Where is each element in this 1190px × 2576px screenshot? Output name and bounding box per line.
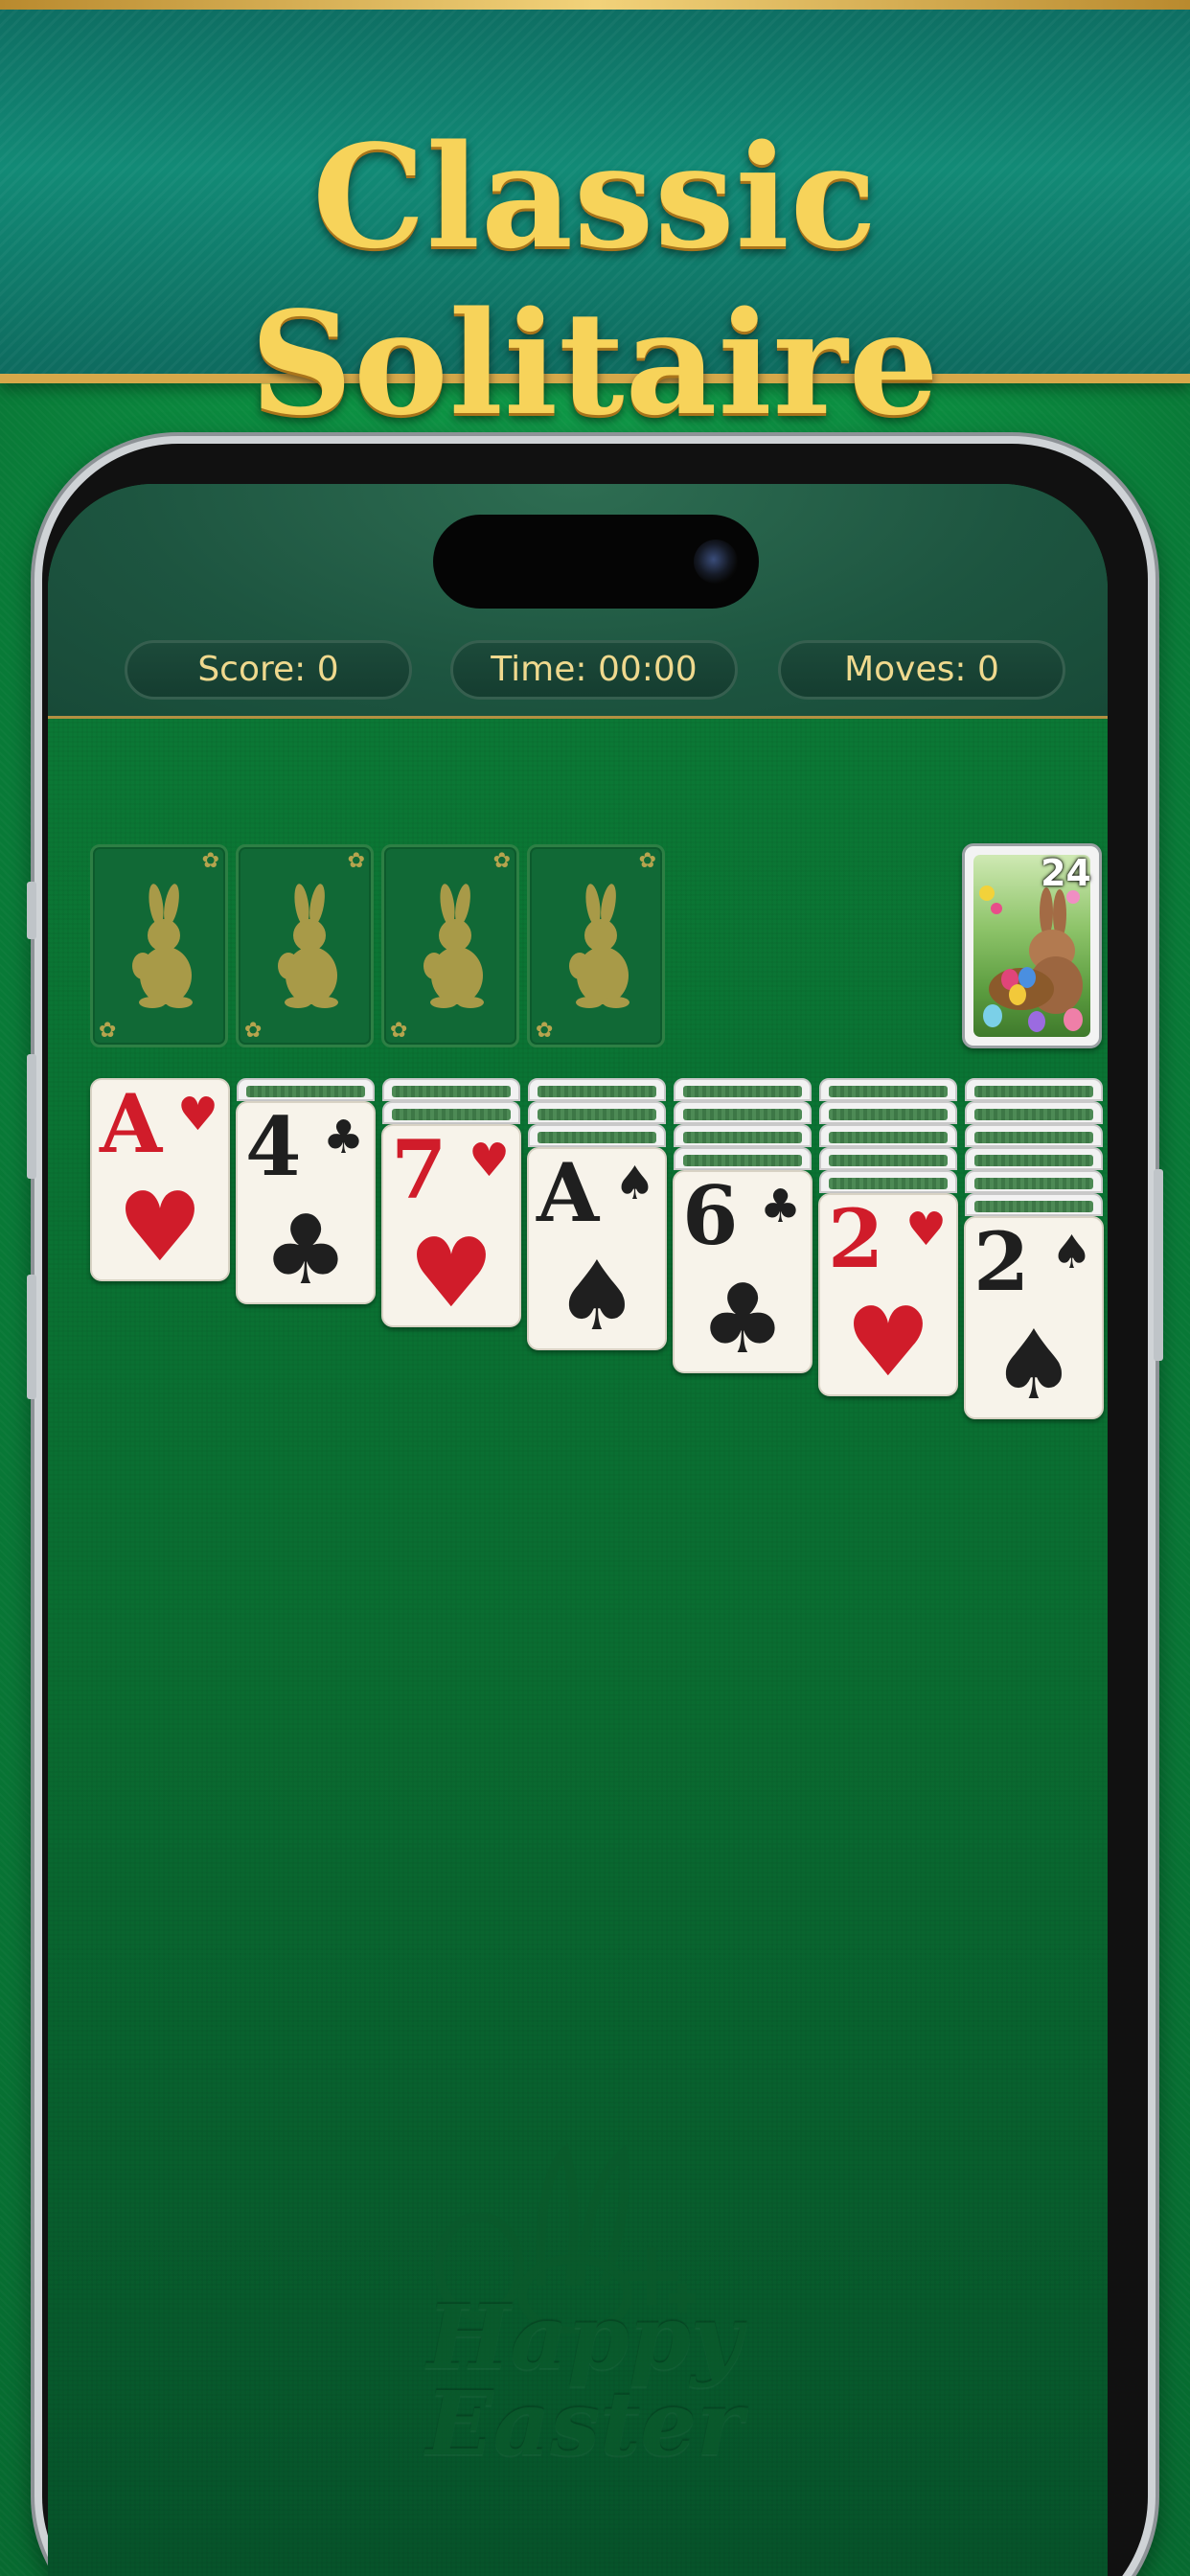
time-display: Time: 00:00 xyxy=(450,640,738,700)
happy-easter-watermark: Happy Easter xyxy=(374,2142,795,2487)
face-down-card xyxy=(528,1078,666,1101)
hud-header: Score: 0 Time: 00:00 Moves: 0 xyxy=(48,484,1108,719)
card-suit-icon: ♣ xyxy=(322,1111,364,1164)
face-down-card xyxy=(819,1147,957,1170)
tableau-card-2[interactable]: 4 ♣ ♣ xyxy=(236,1101,376,1304)
foundation-slot-1[interactable]: ✿ ✿ xyxy=(90,844,228,1047)
bunny-icon xyxy=(278,884,338,1008)
tableau-card-3[interactable]: 7 ♥ ♥ xyxy=(381,1124,521,1327)
flower-icon: ✿ xyxy=(244,1019,263,1043)
card-suit-large-icon: ♣ xyxy=(263,1194,349,1304)
card-suit-large-icon: ♣ xyxy=(699,1263,786,1373)
score-value: 0 xyxy=(316,650,339,689)
card-rank: 7 xyxy=(391,1124,447,1217)
card-rank: 2 xyxy=(973,1216,1030,1309)
face-down-card xyxy=(528,1124,666,1147)
bunny-icon xyxy=(132,884,193,1008)
face-down-card xyxy=(819,1170,957,1193)
stock-pile[interactable]: 24 xyxy=(962,843,1102,1048)
tableau-card-6[interactable]: 2 ♥ ♥ xyxy=(818,1193,958,1396)
score-label: Score: xyxy=(197,650,307,689)
tableau-card-4[interactable]: A ♠ ♠ xyxy=(527,1147,667,1350)
stock-count: 24 xyxy=(1041,852,1091,894)
face-down-card xyxy=(382,1101,520,1124)
card-rank: A xyxy=(100,1078,163,1171)
bunny-icon xyxy=(569,884,629,1008)
flower-icon: ✿ xyxy=(347,849,365,873)
phone-volume-down xyxy=(27,1275,36,1399)
phone-side-button xyxy=(27,882,36,939)
banner-title: Classic Solitaire xyxy=(250,113,940,447)
dynamic-island xyxy=(433,515,759,609)
card-suit-large-icon: ♥ xyxy=(408,1217,494,1327)
tableau-card-1[interactable]: A ♥ ♥ xyxy=(90,1078,230,1281)
face-down-card xyxy=(237,1078,375,1101)
foundation-slot-3[interactable]: ✿ ✿ xyxy=(381,844,519,1047)
tableau-card-5[interactable]: 6 ♣ ♣ xyxy=(673,1170,812,1373)
phone-volume-up xyxy=(27,1054,36,1179)
card-suit-icon: ♥ xyxy=(468,1134,510,1187)
card-suit-icon: ♥ xyxy=(176,1088,218,1141)
card-suit-large-icon: ♥ xyxy=(117,1171,203,1281)
flower-icon: ✿ xyxy=(536,1019,554,1043)
face-down-card xyxy=(819,1101,957,1124)
title-banner: Classic Solitaire xyxy=(0,0,1190,447)
card-rank: A xyxy=(537,1147,600,1240)
time-label: Time: xyxy=(491,650,587,689)
face-down-card xyxy=(965,1101,1103,1124)
card-suit-icon: ♥ xyxy=(904,1203,947,1256)
tableau-card-7[interactable]: 2 ♠ ♠ xyxy=(964,1216,1104,1419)
face-down-card xyxy=(965,1193,1103,1216)
card-suit-large-icon: ♥ xyxy=(845,1286,931,1396)
face-down-card xyxy=(674,1078,812,1101)
card-suit-large-icon: ♠ xyxy=(991,1309,1077,1419)
bunny-icon xyxy=(423,884,484,1008)
face-down-card xyxy=(674,1147,812,1170)
game-screen: Score: 0 Time: 00:00 Moves: 0 ✿ ✿ ✿ ✿ ✿ ✿ ✿ ✿ xyxy=(48,484,1108,2576)
flower-icon: ✿ xyxy=(99,1019,117,1043)
face-down-card xyxy=(965,1124,1103,1147)
face-down-card xyxy=(965,1147,1103,1170)
face-down-card xyxy=(382,1078,520,1101)
moves-value: 0 xyxy=(976,650,999,689)
face-down-card xyxy=(965,1078,1103,1101)
face-down-card xyxy=(819,1078,957,1101)
face-down-card xyxy=(965,1170,1103,1193)
camera-icon xyxy=(694,540,738,584)
face-down-card xyxy=(528,1101,666,1124)
flower-icon: ✿ xyxy=(201,849,219,873)
watermark-line2: Easter xyxy=(425,2372,744,2475)
flower-icon: ✿ xyxy=(492,849,511,873)
moves-display: Moves: 0 xyxy=(778,640,1065,700)
flower-icon: ✿ xyxy=(638,849,656,873)
foundation-slot-2[interactable]: ✿ ✿ xyxy=(236,844,374,1047)
card-rank: 4 xyxy=(245,1101,302,1194)
card-suit-icon: ♠ xyxy=(613,1157,655,1210)
face-down-card xyxy=(819,1124,957,1147)
face-down-card xyxy=(674,1101,812,1124)
face-down-card xyxy=(674,1124,812,1147)
card-rank: 2 xyxy=(828,1193,884,1286)
card-suit-large-icon: ♠ xyxy=(554,1240,640,1350)
foundation-slot-4[interactable]: ✿ ✿ xyxy=(527,844,665,1047)
card-rank: 6 xyxy=(682,1170,739,1263)
card-suit-icon: ♠ xyxy=(1050,1226,1092,1279)
card-suit-icon: ♣ xyxy=(759,1180,801,1233)
flower-icon: ✿ xyxy=(390,1019,408,1043)
time-value: 00:00 xyxy=(597,650,698,689)
moves-label: Moves: xyxy=(844,650,967,689)
score-display: Score: 0 xyxy=(125,640,412,700)
phone-power-button xyxy=(1154,1169,1163,1361)
